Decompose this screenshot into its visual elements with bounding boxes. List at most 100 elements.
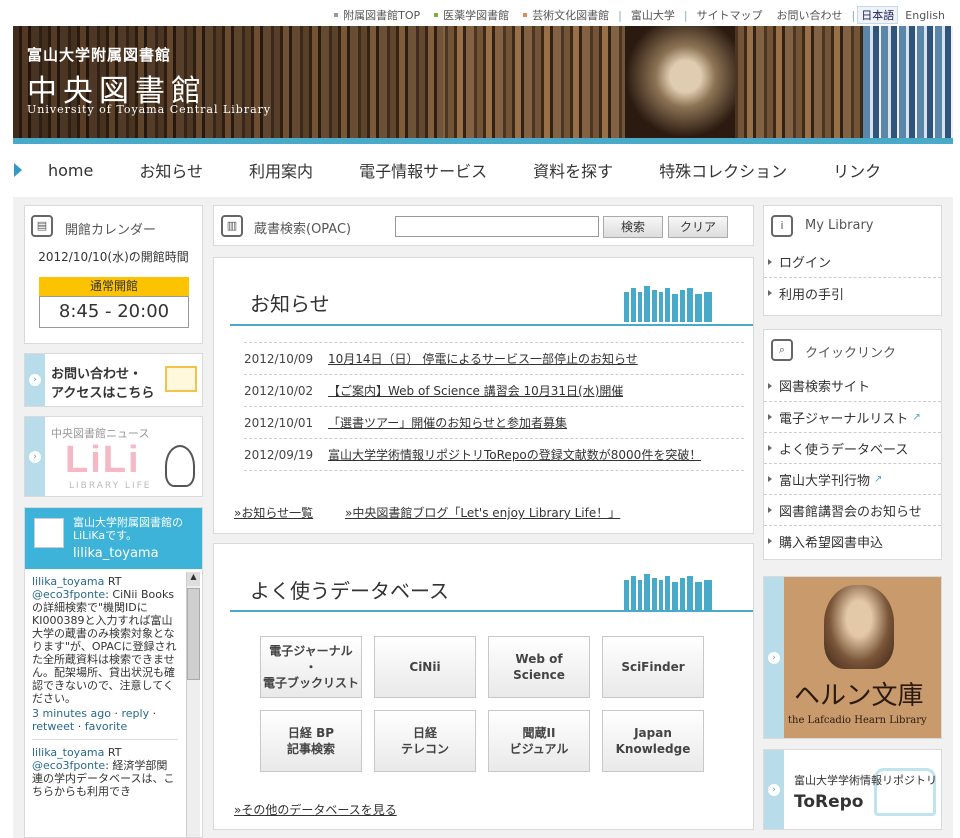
squid-mascot-icon	[165, 445, 195, 487]
main-nav: home お知らせ 利用案内 電子情報サービス 資料を探す 特殊コレクション リ…	[0, 150, 960, 190]
lili-banner[interactable]: › 中央図書館ニュース LiLi LIBRARY LIFE	[24, 416, 203, 497]
scroll-thumb[interactable]	[187, 588, 200, 680]
search-input[interactable]	[395, 216, 599, 237]
arrow-circle-icon: ›	[768, 651, 780, 664]
quicklink-item[interactable]: 図書館講習会のお知らせ	[764, 494, 941, 525]
tweet: lilika_toyama RT @eco3fponte: CiNii Book…	[32, 575, 177, 733]
news-list: 2012/10/09 10月14日（日） 停電によるサービス一部停止のお知らせ 2…	[244, 342, 744, 471]
database-panel: よく使うデータベース 電子ジャーナル ・ 電子ブックリスト CiNii Web …	[213, 543, 754, 830]
site-title-en: University of Toyama Central Library	[27, 103, 272, 116]
database-title: よく使うデータベース	[250, 579, 449, 603]
bullet-icon	[523, 13, 528, 17]
lili-logo: LiLi	[65, 439, 141, 481]
utility-links: 附属図書館TOP 医薬学図書館 芸術文化図書館 | 富山大学 | サイトマップ …	[327, 6, 952, 24]
book-icon: ▥	[221, 215, 243, 237]
portrait-image	[625, 26, 735, 138]
blog-link[interactable]: »中央図書館ブログ「Let's enjoy Library Life！」	[345, 504, 620, 521]
scrollbar[interactable]: ▲	[186, 572, 200, 837]
opening-hours: 8:45 - 20:00	[39, 296, 189, 328]
title-underline	[230, 610, 753, 612]
scroll-up-icon[interactable]: ▲	[187, 572, 200, 586]
db-japanknowledge-button[interactable]: Japan Knowledge	[602, 710, 704, 772]
link-medical-library[interactable]: 医薬学図書館	[427, 7, 516, 23]
current-arrow-icon	[14, 163, 22, 177]
banner-underline	[13, 138, 953, 144]
opac-label: 蔵書検索(OPAC)	[254, 222, 352, 237]
link-sitemap[interactable]: サイトマップ	[690, 7, 770, 23]
guide-link[interactable]: 利用の手引	[764, 277, 941, 308]
calendar-box: ▤ 開館カレンダー 2012/10/10(水)の開館時間 通常開館 8:45 -…	[24, 205, 203, 344]
bookshelf-image	[863, 26, 953, 138]
twitter-widget: 富山大学附属図書館のLiLiKaです。 lilika_toyama lilika…	[24, 507, 203, 838]
opac-search: ▥ 蔵書検索(OPAC) 検索 クリア	[213, 205, 754, 246]
user-info-icon: i	[771, 215, 793, 237]
tweet: lilika_toyama RT @eco3fponte: 経済学部関連の学内デ…	[32, 746, 175, 798]
nav-guide[interactable]: 利用案内	[249, 158, 313, 182]
mylibrary-title: My Library	[805, 218, 874, 233]
search-icon: ⌕	[771, 339, 793, 361]
clear-button[interactable]: クリア	[668, 216, 728, 238]
divider: |	[618, 8, 622, 22]
mail-icon	[165, 366, 197, 392]
calendar-title[interactable]: 開館カレンダー	[65, 219, 156, 238]
header-banner: 富山大学附属図書館 中央図書館 University of Toyama Cen…	[13, 26, 953, 138]
login-link[interactable]: ログイン	[764, 246, 941, 277]
list-item: 2012/10/02 【ご案内】Web of Science 講習会 10月31日…	[244, 375, 744, 407]
nav-search-materials[interactable]: 資料を探す	[533, 158, 613, 182]
external-link-icon: ↗	[912, 411, 921, 423]
torepo-banner[interactable]: › 富山大学学術情報リポジトリ ToRepo	[763, 749, 942, 830]
title-underline	[230, 324, 753, 326]
quicklinks-box: ⌕ クイックリンク 図書検索サイト 電子ジャーナルリスト ↗ よく使うデータベース…	[763, 329, 942, 560]
divider: |	[851, 8, 856, 22]
bullet-icon	[434, 13, 439, 17]
site-subtitle: 富山大学附属図書館	[27, 46, 172, 64]
db-ejournal-button[interactable]: 電子ジャーナル ・ 電子ブックリスト	[260, 636, 362, 698]
search-button[interactable]: 検索	[603, 216, 663, 238]
quicklink-item[interactable]: 図書検索サイト	[764, 370, 941, 401]
hearn-portrait-image	[824, 585, 894, 669]
db-cinii-button[interactable]: CiNii	[374, 636, 476, 698]
db-wos-button[interactable]: Web of Science	[488, 636, 590, 698]
nav-e-resources[interactable]: 電子情報サービス	[359, 158, 487, 182]
quicklink-item[interactable]: 購入希望図書申込	[764, 525, 941, 556]
db-scifinder-button[interactable]: SciFinder	[602, 636, 704, 698]
tweet-list: lilika_toyama RT @eco3fponte: CiNii Book…	[25, 571, 185, 802]
db-nikkei-telecom-button[interactable]: 日経 テレコン	[374, 710, 476, 772]
top-bar: 附属図書館TOP 医薬学図書館 芸術文化図書館 | 富山大学 | サイトマップ …	[0, 0, 960, 26]
list-item: 2012/10/01 「選書ツアー」開催のお知らせと参加者募集	[244, 407, 744, 439]
calendar-icon: ▤	[31, 215, 53, 237]
list-item: 2012/09/19 富山大学学術情報リポジトリToRepoの登録文献数が8000…	[244, 439, 744, 471]
quicklink-item[interactable]: 富山大学刊行物 ↗	[764, 463, 941, 494]
link-university[interactable]: 富山大学	[624, 7, 682, 23]
hearn-library-banner[interactable]: › ヘルン文庫 the Lafcadio Hearn Library	[763, 576, 942, 739]
news-title: お知らせ	[250, 292, 330, 316]
database-grid: 電子ジャーナル ・ 電子ブックリスト CiNii Web of Science …	[260, 636, 704, 772]
nav-special-collections[interactable]: 特殊コレクション	[659, 158, 787, 182]
twitter-header: 富山大学附属図書館のLiLiKaです。 lilika_toyama	[25, 508, 202, 569]
nav-news[interactable]: お知らせ	[139, 158, 203, 182]
db-nikkei-bp-button[interactable]: 日経 BP 記事検索	[260, 710, 362, 772]
bookshelf-icon	[624, 574, 712, 610]
link-contact[interactable]: お問い合わせ	[770, 7, 850, 23]
arrow-circle-icon: ›	[29, 450, 41, 463]
divider: |	[683, 8, 688, 22]
calendar-date: 2012/10/10(水)の開館時間	[38, 250, 189, 264]
link-arts-library[interactable]: 芸術文化図書館	[516, 7, 616, 23]
news-panel: お知らせ 2012/10/09 10月14日（日） 停電によるサービス一部停止のお…	[213, 257, 754, 534]
db-kikuzo-button[interactable]: 聞蔵II ビジュアル	[488, 710, 590, 772]
nav-home[interactable]: home	[48, 161, 93, 180]
list-item: 2012/10/09 10月14日（日） 停電によるサービス一部停止のお知らせ	[244, 343, 744, 375]
quicklinks-title: クイックリンク	[805, 346, 897, 361]
lang-english[interactable]: English	[898, 9, 952, 22]
bookshelf-icon	[624, 286, 712, 322]
news-list-link[interactable]: »お知らせ一覧	[234, 504, 313, 521]
more-databases-link[interactable]: »その他のデータベースを見る	[234, 801, 397, 818]
quicklink-item[interactable]: よく使うデータベース	[764, 432, 941, 463]
quicklink-item[interactable]: 電子ジャーナルリスト ↗	[764, 401, 941, 432]
contact-banner[interactable]: › お問い合わせ・ アクセスはこちら	[24, 353, 203, 407]
link-library-top[interactable]: 附属図書館TOP	[327, 7, 427, 23]
arrow-circle-icon: ›	[768, 783, 780, 796]
lang-japanese[interactable]: 日本語	[857, 6, 899, 24]
avatar[interactable]	[34, 518, 64, 548]
nav-links[interactable]: リンク	[833, 158, 881, 182]
